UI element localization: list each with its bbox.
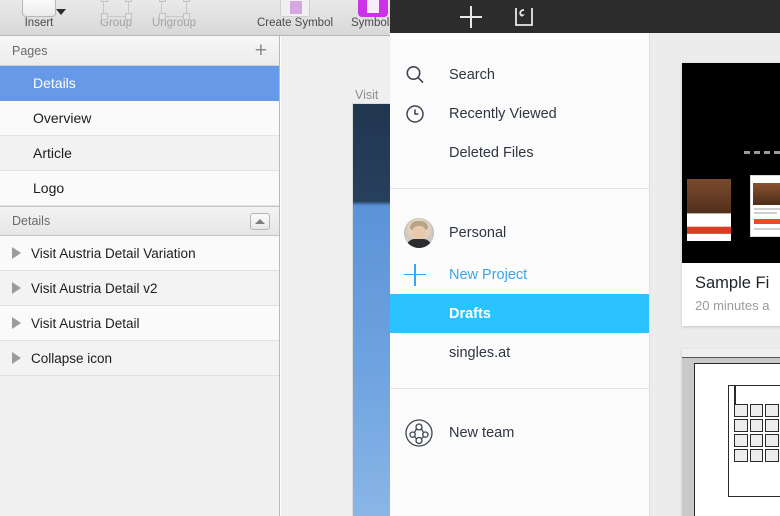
menu-item-new-project[interactable]: New Project <box>390 255 649 294</box>
collapse-icon[interactable] <box>250 212 270 230</box>
sidebar-page-overview[interactable]: Overview <box>0 101 279 136</box>
overlay-app-window: Search Recently Viewed Deleted Files Per… <box>390 0 780 516</box>
sketch-sidebar: Pages + Details Overview Article Logo De… <box>0 36 280 516</box>
chevron-right-icon[interactable] <box>12 317 21 329</box>
create-symbol-icon <box>280 0 310 17</box>
hamburger-menu-icon[interactable] <box>407 9 430 25</box>
toolbar-item-create-symbol[interactable]: Create Symbol <box>252 0 338 35</box>
layer-label: Visit Austria Detail v2 <box>31 280 158 296</box>
menu-item-personal[interactable]: Personal <box>390 211 649 255</box>
menu-group-personal: Personal New Project Drafts singles.at <box>390 189 649 389</box>
ungroup-icon <box>158 0 190 17</box>
overlay-topbar <box>390 0 780 33</box>
menu-item-label: New Project <box>449 266 528 283</box>
menu-item-recently-viewed[interactable]: Recently Viewed <box>390 94 649 133</box>
menu-item-label: Recently Viewed <box>449 105 557 122</box>
add-page-plus-icon[interactable]: + <box>253 40 269 61</box>
toolbar-item-insert[interactable]: Insert <box>0 0 82 35</box>
layer-row[interactable]: Visit Austria Detail <box>0 306 279 341</box>
file-card-sample-file[interactable]: Sample Fi 20 minutes a <box>682 63 780 326</box>
layer-row[interactable]: Visit Austria Detail Variation <box>0 236 279 271</box>
menu-item-deleted-files[interactable]: Deleted Files <box>390 133 649 172</box>
file-thumbnail <box>682 63 780 263</box>
search-icon <box>404 64 449 86</box>
overlay-menu-panel: Search Recently Viewed Deleted Files Per… <box>390 33 650 516</box>
file-thumbnail <box>682 349 780 516</box>
menu-item-label: Search <box>449 66 495 83</box>
menu-item-label: Deleted Files <box>449 144 534 161</box>
chevron-right-icon[interactable] <box>12 282 21 294</box>
toolbar-item-ungroup[interactable]: Ungroup <box>131 0 217 35</box>
page-label: Logo <box>33 180 65 196</box>
menu-item-drafts[interactable]: Drafts <box>390 294 649 333</box>
chevron-right-icon[interactable] <box>12 352 21 364</box>
menu-item-new-team[interactable]: New team <box>390 411 649 455</box>
import-into-icon[interactable] <box>512 5 536 29</box>
mac-calculator-window <box>728 385 780 497</box>
menu-item-label: New team <box>449 425 515 441</box>
layer-label: Visit Austria Detail <box>31 315 140 331</box>
overlay-body: Search Recently Viewed Deleted Files Per… <box>390 33 780 516</box>
new-file-plus-icon[interactable] <box>460 5 482 28</box>
layer-label: Visit Austria Detail Variation <box>31 245 196 261</box>
menu-item-label: Personal <box>449 225 507 241</box>
file-card-meta: Sample Fi 20 minutes a <box>682 263 780 326</box>
sidebar-page-article[interactable]: Article <box>0 136 279 171</box>
menu-item-label: Drafts <box>449 305 491 322</box>
clock-icon <box>404 103 449 125</box>
toolbar-label-insert: Insert <box>24 17 54 29</box>
sidebar-page-logo[interactable]: Logo <box>0 171 279 206</box>
menu-group-teams: New team <box>390 389 649 455</box>
page-label: Details <box>33 75 76 91</box>
toolbar-label-symbols: Symbols <box>350 17 396 29</box>
files-area[interactable]: Sample Fi 20 minutes a <box>650 33 780 516</box>
menu-item-singles-at[interactable]: singles.at <box>390 333 649 372</box>
layer-row[interactable]: Collapse icon <box>0 341 279 376</box>
thumb-dots <box>744 151 780 154</box>
page-label: Article <box>33 145 72 161</box>
insert-dropdown-icon <box>22 0 66 17</box>
thumb-screen-b <box>750 175 780 237</box>
pages-panel-header: Pages + <box>0 36 279 66</box>
symbols-icon <box>358 0 388 17</box>
layer-label: Collapse icon <box>31 350 113 366</box>
file-timestamp: 20 minutes a <box>695 298 770 313</box>
group-icon <box>100 0 132 17</box>
page-label: Overview <box>33 110 92 126</box>
team-icon <box>404 418 449 448</box>
file-title: Sample Fi <box>695 274 770 292</box>
artboard-label[interactable]: Visit <box>355 88 378 102</box>
layer-row[interactable]: Visit Austria Detail v2 <box>0 271 279 306</box>
menu-item-search[interactable]: Search <box>390 55 649 94</box>
toolbar-label-create-symbol: Create Symbol <box>256 17 334 29</box>
file-card-classic-mac[interactable] <box>682 349 780 516</box>
menu-group-primary: Search Recently Viewed Deleted Files <box>390 33 649 189</box>
plus-icon <box>404 263 449 286</box>
chevron-right-icon[interactable] <box>12 247 21 259</box>
layers-panel-title: Details <box>12 214 51 228</box>
menu-item-label: singles.at <box>449 344 511 361</box>
thumb-screen-a <box>687 179 731 241</box>
layers-panel-header: Details <box>0 206 279 236</box>
pages-panel-title: Pages <box>12 43 48 58</box>
sidebar-page-details[interactable]: Details <box>0 66 279 101</box>
mac-menubar <box>682 349 780 358</box>
avatar <box>404 218 449 248</box>
app-root: Insert Group Ungroup Create Symbol Symbo… <box>0 0 780 516</box>
